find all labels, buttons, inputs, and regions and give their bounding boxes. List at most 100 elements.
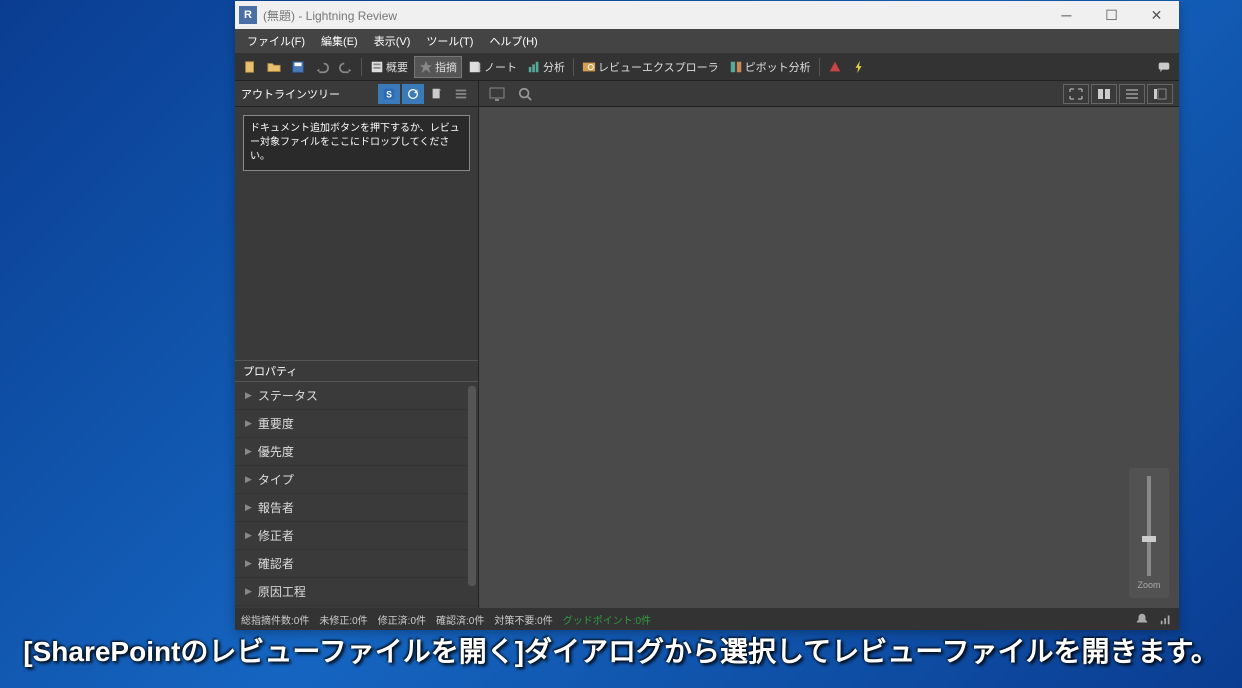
titlebar: R (無題) - Lightning Review ─ ☐ ✕ (235, 1, 1179, 29)
review-explorer-label: レビューエクスプローラ (598, 59, 719, 75)
prop-label: 確認者 (258, 555, 294, 572)
list-button[interactable] (450, 84, 472, 104)
status-fixed: 修正済:0件 (378, 612, 426, 627)
search-icon[interactable] (513, 84, 537, 104)
bell-icon[interactable] (1135, 612, 1149, 626)
prop-label: 優先度 (258, 443, 294, 460)
outline-tree-area[interactable]: ドキュメント追加ボタンを押下するか、レビュー対象ファイルをここにドロップしてくだ… (235, 107, 478, 360)
outline-tree-header: アウトラインツリー S (235, 81, 478, 107)
review-explorer-button[interactable]: レビューエクスプローラ (578, 56, 723, 78)
issue-label: 指摘 (435, 59, 457, 75)
undo-button[interactable] (311, 56, 333, 78)
menu-help[interactable]: ヘルプ(H) (481, 30, 545, 52)
view-toolbar (479, 81, 1179, 107)
prop-label: タイプ (258, 471, 294, 488)
issue-button[interactable]: 指摘 (414, 56, 462, 78)
chevron-right-icon: ▶ (245, 530, 252, 541)
zoom-control: Zoom (1129, 468, 1169, 598)
prop-status[interactable]: ▶ ステータス (235, 382, 478, 410)
refresh-button[interactable] (402, 84, 424, 104)
note-label: ノート (484, 59, 517, 75)
prop-label: 重要度 (258, 415, 294, 432)
content-area: アウトラインツリー S ドキュメント追加ボタンを押下するか、レビュー対象ファイル… (235, 81, 1179, 608)
prop-label: ステータス (258, 387, 318, 404)
view-canvas[interactable]: Zoom (479, 107, 1179, 608)
chevron-right-icon: ▶ (245, 418, 252, 429)
pivot-label: ピボット分析 (745, 59, 811, 75)
prop-confirmer[interactable]: ▶ 確認者 (235, 550, 478, 578)
prop-reporter[interactable]: ▶ 報告者 (235, 494, 478, 522)
statusbar: 総指摘件数:0件 未修正:0件 修正済:0件 確認済:0件 対策不要:0件 グッ… (235, 608, 1179, 630)
status-unfixed: 未修正:0件 (319, 612, 367, 627)
lines-button[interactable] (1119, 84, 1145, 104)
prop-priority[interactable]: ▶ 優先度 (235, 438, 478, 466)
prop-label: 修正者 (258, 527, 294, 544)
comment-icon[interactable] (1153, 56, 1175, 78)
add-doc-button[interactable] (426, 84, 448, 104)
chevron-right-icon: ▶ (245, 558, 252, 569)
chevron-right-icon: ▶ (245, 586, 252, 597)
zoom-thumb[interactable] (1142, 536, 1156, 542)
menu-file[interactable]: ファイル(F) (239, 30, 313, 52)
signal-icon (1159, 612, 1173, 626)
fullscreen-button[interactable] (1063, 84, 1089, 104)
prop-severity[interactable]: ▶ 重要度 (235, 410, 478, 438)
menu-view[interactable]: 表示(V) (366, 30, 419, 52)
prop-fixer[interactable]: ▶ 修正者 (235, 522, 478, 550)
lightning-button[interactable] (848, 56, 870, 78)
chevron-right-icon: ▶ (245, 446, 252, 457)
monitor-icon[interactable] (485, 84, 509, 104)
title-untitled: (無題) (263, 9, 295, 23)
outline-tree-label: アウトラインツリー (241, 86, 376, 102)
window-controls: ─ ☐ ✕ (1044, 1, 1179, 29)
chevron-right-icon: ▶ (245, 474, 252, 485)
toolbar: 概要 指摘 ノート 分析 レビューエクスプローラ ピボット分析 (235, 53, 1179, 81)
sidebar-toggle-button[interactable] (1147, 84, 1173, 104)
instruction-caption: [SharePointのレビューファイルを開く]ダイアログから選択してレビューフ… (0, 630, 1242, 670)
sharepoint-button[interactable]: S (378, 84, 400, 104)
prop-label: 報告者 (258, 499, 294, 516)
toolbar-separator (819, 58, 820, 76)
window-title: (無題) - Lightning Review (263, 7, 1044, 24)
redo-button[interactable] (335, 56, 357, 78)
maximize-button[interactable]: ☐ (1089, 1, 1134, 29)
new-file-button[interactable] (239, 56, 261, 78)
prop-cause[interactable]: ▶ 原因工程 (235, 578, 478, 606)
zoom-label: Zoom (1137, 580, 1160, 590)
menu-edit[interactable]: 編集(E) (313, 30, 366, 52)
prop-label: 原因工程 (258, 583, 306, 600)
prop-type[interactable]: ▶ タイプ (235, 466, 478, 494)
menu-tool[interactable]: ツール(T) (418, 30, 481, 52)
analysis-label: 分析 (543, 59, 565, 75)
menubar: ファイル(F) 編集(E) 表示(V) ツール(T) ヘルプ(H) (235, 29, 1179, 53)
split-h-button[interactable] (1091, 84, 1117, 104)
main-view: Zoom (479, 81, 1179, 608)
minimize-button[interactable]: ─ (1044, 1, 1089, 29)
properties-scrollbar[interactable] (468, 386, 476, 586)
chevron-right-icon: ▶ (245, 390, 252, 401)
overview-label: 概要 (386, 59, 408, 75)
chevron-right-icon: ▶ (245, 502, 252, 513)
overview-button[interactable]: 概要 (366, 56, 412, 78)
note-button[interactable]: ノート (464, 56, 521, 78)
close-button[interactable]: ✕ (1134, 1, 1179, 29)
properties-list: ▶ ステータス ▶ 重要度 ▶ 優先度 ▶ タイプ ▶ 報告者 ▶ 修正者 ▶ 確認者 ▶ 原因… (235, 382, 478, 608)
properties-header: プロパティ (235, 360, 478, 382)
pivot-button[interactable]: ピボット分析 (725, 56, 815, 78)
drop-hint: ドキュメント追加ボタンを押下するか、レビュー対象ファイルをここにドロップしてくだ… (243, 115, 470, 171)
status-confirmed: 確認済:0件 (436, 612, 484, 627)
analysis-button[interactable]: 分析 (523, 56, 569, 78)
status-noaction: 対策不要:0件 (494, 612, 552, 627)
title-appname: - Lightning Review (295, 9, 397, 23)
app-icon: R (239, 6, 257, 24)
zoom-slider[interactable] (1147, 476, 1151, 576)
status-goodpoint: グッドポイント:0件 (563, 612, 651, 627)
app-window: R (無題) - Lightning Review ─ ☐ ✕ ファイル(F) … (235, 1, 1179, 630)
save-button[interactable] (287, 56, 309, 78)
warning-button[interactable] (824, 56, 846, 78)
sidebar: アウトラインツリー S ドキュメント追加ボタンを押下するか、レビュー対象ファイル… (235, 81, 479, 608)
toolbar-separator (361, 58, 362, 76)
open-folder-button[interactable] (263, 56, 285, 78)
status-total: 総指摘件数:0件 (241, 612, 309, 627)
toolbar-separator (573, 58, 574, 76)
